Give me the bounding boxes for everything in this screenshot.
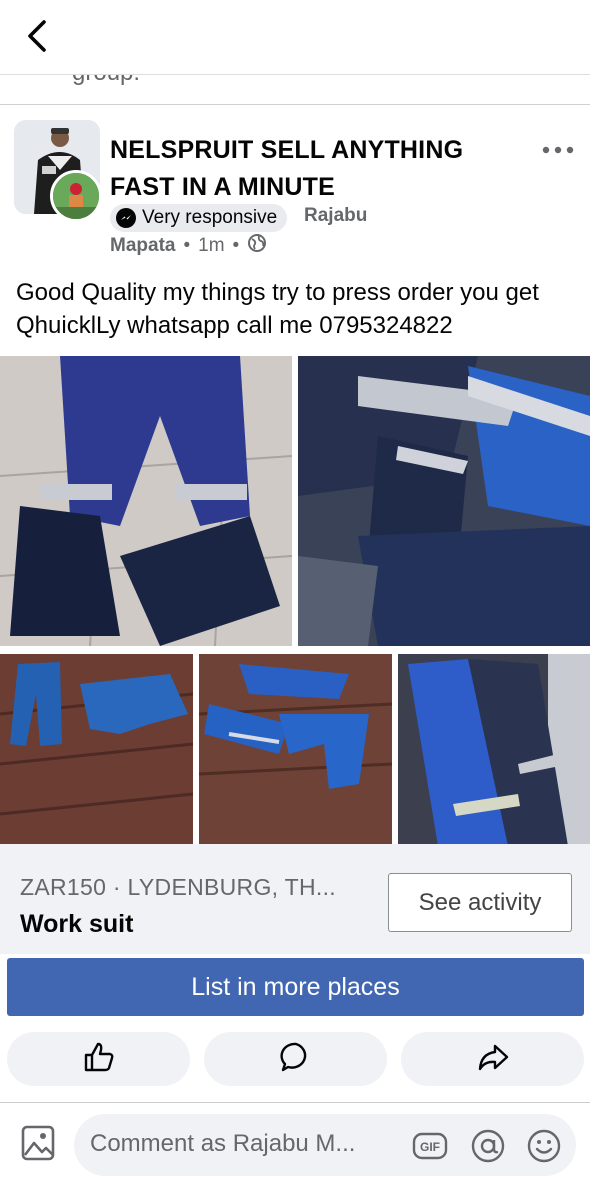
author-name-first[interactable]: Rajabu: [304, 205, 367, 227]
comment-placeholder: Comment as Rajabu M...: [90, 1130, 356, 1157]
group-name-link[interactable]: NELSPRUIT SELL ANYTHING FAST IN A MINUTE: [110, 132, 510, 206]
post-body-text: Good Quality my things try to press orde…: [16, 279, 539, 339]
photo-hanging-suits[interactable]: [398, 654, 590, 846]
meta-separator-2: •: [232, 235, 240, 256]
photo-suit-on-floor-1[interactable]: [0, 654, 193, 846]
list-in-more-places-button[interactable]: List in more places: [7, 958, 584, 1016]
messenger-icon: [116, 208, 136, 228]
photo-icon[interactable]: [20, 1121, 56, 1165]
group-avatar[interactable]: [14, 120, 102, 222]
like-button[interactable]: [7, 1032, 190, 1086]
comment-icon: [279, 1040, 313, 1079]
listing-title: Work suit: [20, 910, 134, 938]
like-icon: [82, 1040, 116, 1079]
photo-grid: [0, 356, 590, 846]
post-time[interactable]: 1m: [198, 235, 224, 257]
comment-bar: Comment as Rajabu M... GIF: [0, 1104, 590, 1189]
see-activity-button[interactable]: See activity: [388, 873, 572, 932]
top-bar: [0, 0, 590, 75]
post-actions: [0, 1032, 590, 1092]
at-sign-icon[interactable]: [470, 1128, 506, 1164]
photo-suit-on-floor-2[interactable]: [199, 654, 392, 846]
gif-icon[interactable]: GIF: [412, 1128, 448, 1164]
emoji-icon[interactable]: [526, 1128, 562, 1164]
previous-post-snippet: group.: [0, 75, 590, 105]
globe-icon: [247, 233, 267, 259]
actions-divider: [0, 1102, 590, 1103]
post-meta: Mapata • 1m •: [110, 233, 267, 259]
badge-label: Very responsive: [142, 207, 278, 228]
listing-info: ZAR150 · LYDENBURG, TH... Work suit See …: [0, 844, 590, 954]
more-options-icon[interactable]: [538, 140, 578, 160]
photo-navy-pants[interactable]: [0, 356, 292, 646]
author-avatar[interactable]: [50, 170, 102, 222]
very-responsive-badge: Very responsive: [110, 204, 288, 232]
previous-post-text: group.: [72, 75, 140, 87]
share-button[interactable]: [401, 1032, 584, 1086]
chevron-left-icon[interactable]: [20, 14, 60, 58]
comment-button[interactable]: [204, 1032, 387, 1086]
author-name-last[interactable]: Mapata: [110, 235, 175, 257]
share-icon: [476, 1040, 510, 1079]
meta-separator: •: [183, 235, 191, 256]
comment-input[interactable]: Comment as Rajabu M... GIF: [74, 1114, 576, 1176]
gif-label: GIF: [420, 1140, 440, 1154]
photo-pile-of-suits[interactable]: [298, 356, 590, 646]
listing-price-location: ZAR150 · LYDENBURG, TH...: [20, 874, 336, 900]
